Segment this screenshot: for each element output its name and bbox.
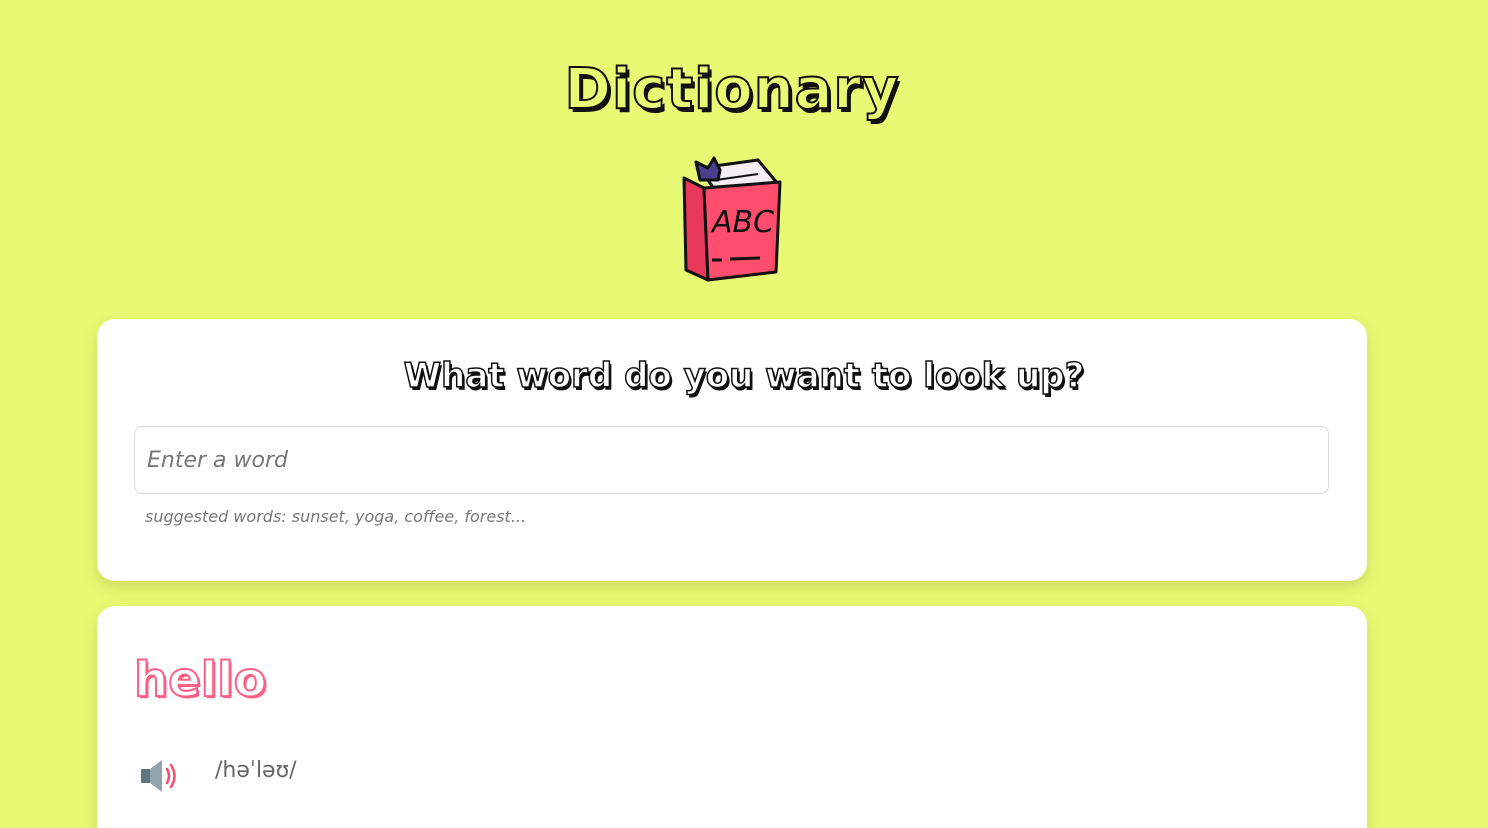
result-word: hello [133,652,268,708]
phonetic-text: /həˈləʊ/ [215,758,297,783]
logo-text: ABC [710,205,774,240]
search-input[interactable] [134,426,1329,494]
result-card [97,606,1367,828]
book-icon: ABC [678,154,784,284]
app-title: Dictionary [563,56,900,123]
search-heading: What word do you want to look up? [403,355,1085,397]
speaker-icon[interactable] [138,756,182,796]
suggested-words: suggested words: sunset, yoga, coffee, f… [145,507,527,526]
page: Dictionary ABC What word do you want to … [0,0,1488,828]
